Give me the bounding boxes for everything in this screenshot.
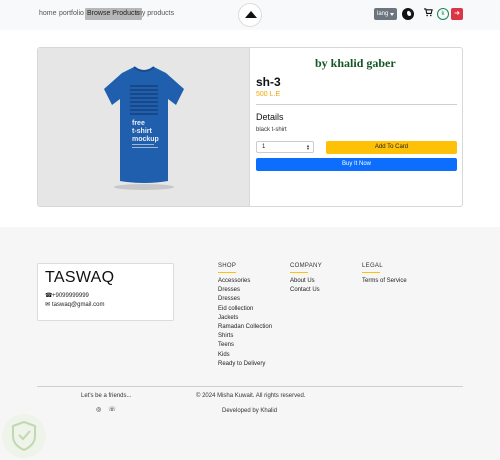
chevron-down-icon (390, 13, 394, 16)
shop-link[interactable]: Shirts (218, 332, 272, 341)
shop-link[interactable]: Kids (218, 351, 272, 360)
email-address: taswaq@gmail.com (52, 302, 105, 308)
company-link[interactable]: Contact Us (290, 286, 322, 295)
add-to-cart-button[interactable]: Add To Card (326, 141, 457, 154)
heading-underline (362, 272, 380, 273)
top-navbar: home portfolio Browse Products my produc… (0, 0, 500, 30)
shop-link[interactable]: Teens (218, 341, 272, 350)
shop-link[interactable]: Ready to Delivery (218, 360, 272, 369)
footer: TASWAQ ☎+9099999999 ✉ taswaq@gmail.com SH… (0, 227, 500, 460)
phone-icon: ☎ (45, 293, 53, 299)
logout-button[interactable]: ➜ (451, 8, 463, 20)
nav-portfolio-link[interactable]: portfolio (59, 9, 84, 19)
legal-link[interactable]: Terms of Service (362, 277, 407, 286)
shop-heading: SHOP (218, 263, 237, 269)
nav-home-link[interactable]: home (39, 9, 57, 19)
svg-text:mockup: mockup (132, 136, 159, 143)
footer-legal-column: LEGAL Terms of Service (362, 263, 407, 286)
shop-link[interactable]: Dresses (218, 286, 272, 295)
language-dropdown[interactable]: lang (374, 8, 397, 20)
nav-browse-products-link[interactable]: Browse Products (85, 8, 142, 20)
logout-icon: ➜ (454, 10, 460, 17)
tshirt-image: free t-shirt mockup (104, 66, 184, 190)
shop-link[interactable]: Eid collection (218, 305, 272, 314)
stepper-arrows-icon[interactable]: ▲ ▼ (306, 144, 310, 151)
site-logo[interactable] (238, 3, 262, 27)
product-image: free t-shirt mockup (38, 48, 250, 206)
developed-by-text: Developed by Khalid (222, 408, 278, 414)
legal-heading: LEGAL (362, 263, 383, 269)
friends-text: Let's be a friends... (81, 393, 132, 399)
brand-name: TASWAQ (45, 269, 115, 286)
social-links: ◎ ☏ (96, 406, 123, 413)
phone-number: +9099999999 (52, 293, 89, 299)
brand-contact-box: TASWAQ ☎+9099999999 ✉ taswaq@gmail.com (37, 263, 174, 321)
copyright-text: © 2024 Misha Kuwait. All rights reserved… (196, 393, 306, 399)
language-dropdown-label: lang (377, 11, 389, 17)
svg-text:free: free (132, 120, 145, 127)
heading-underline (218, 272, 236, 273)
user-profile-button[interactable]: k (437, 8, 449, 20)
product-card: free t-shirt mockup by khalid gaber sh-3… (37, 47, 463, 207)
buy-now-button[interactable]: Buy It Now (256, 158, 457, 171)
details-heading: Details (256, 112, 284, 122)
shop-link[interactable]: Jackets (218, 314, 272, 323)
quantity-value: 1 (262, 144, 266, 150)
cart-icon[interactable] (424, 8, 433, 20)
brand-email: ✉ taswaq@gmail.com (45, 301, 104, 308)
footer-shop-column: SHOP Accessories Dresses Dresses Eid col… (218, 263, 272, 369)
envelope-icon: ✉ (45, 302, 51, 308)
product-description: black t-shirt (256, 127, 287, 133)
dark-mode-toggle-icon[interactable] (402, 8, 414, 20)
divider (256, 104, 457, 105)
shop-link[interactable]: Dresses (218, 295, 272, 304)
quantity-input[interactable]: 1 ▲ ▼ (256, 141, 314, 153)
svg-text:t-shirt: t-shirt (132, 128, 153, 135)
phone-icon[interactable]: ☏ (108, 407, 116, 413)
product-title: sh-3 (256, 75, 281, 89)
footer-divider (37, 386, 463, 387)
nav-my-products-link[interactable]: my products (136, 9, 174, 19)
heading-underline (290, 272, 308, 273)
instagram-icon[interactable]: ◎ (96, 407, 101, 413)
shop-link[interactable]: Ramadan Collection (218, 323, 272, 332)
shop-link[interactable]: Accessories (218, 277, 272, 286)
product-price: 500 L.E (256, 91, 281, 98)
shield-watermark-icon (2, 414, 46, 458)
seller-name: by khalid gaber (315, 56, 396, 70)
company-link[interactable]: About Us (290, 277, 322, 286)
company-heading: COMPANY (290, 263, 322, 269)
triangle-logo-icon (245, 11, 257, 18)
user-initial: k (441, 11, 445, 17)
brand-phone: ☎+9099999999 (45, 292, 89, 299)
footer-company-column: COMPANY About Us Contact Us (290, 263, 322, 295)
